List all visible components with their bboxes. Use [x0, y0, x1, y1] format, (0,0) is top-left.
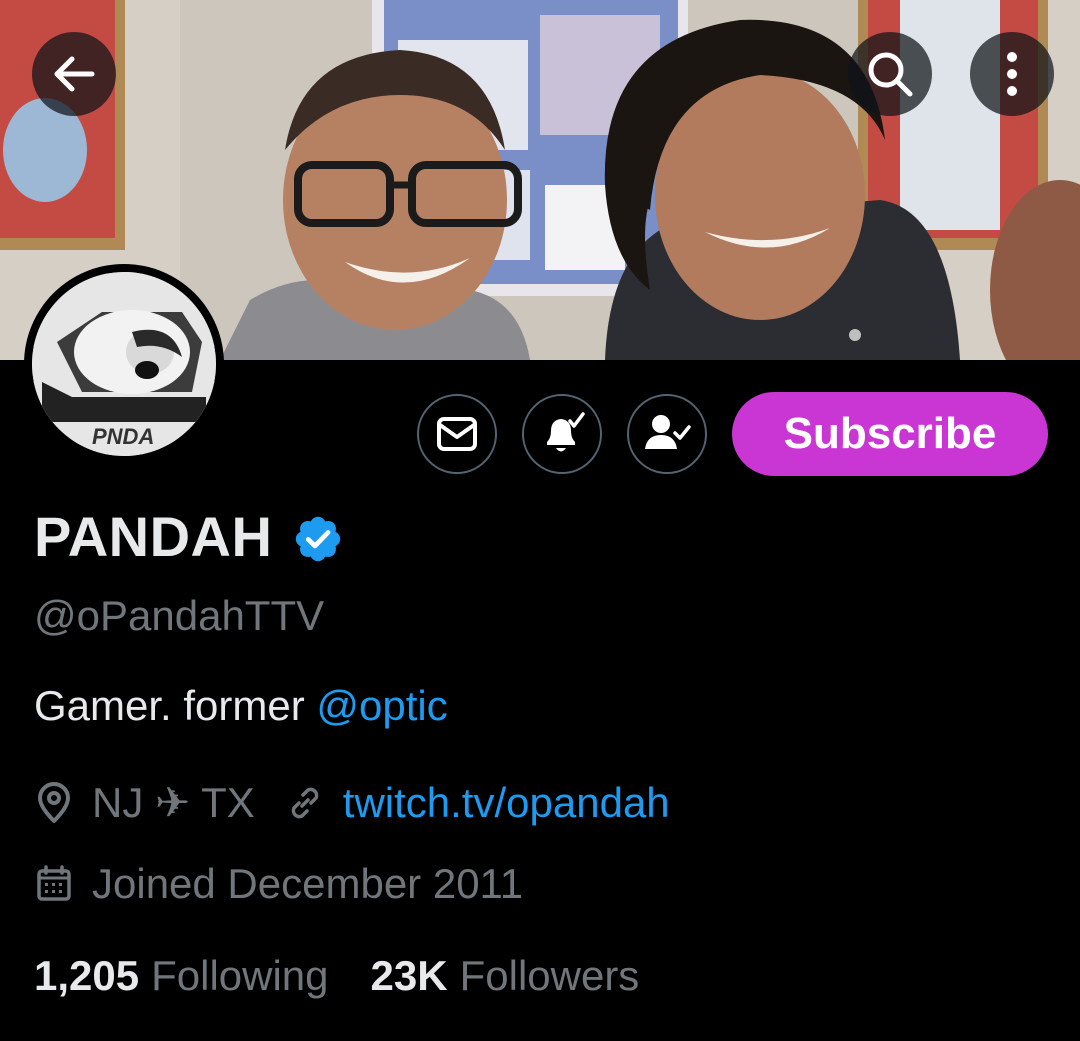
more-vertical-icon: [1007, 52, 1017, 96]
arrow-left-icon: [54, 56, 95, 92]
display-name: PANDAH: [34, 505, 273, 568]
following-count: 1,205: [34, 952, 140, 999]
link-icon: [285, 783, 325, 823]
joined-row: Joined December 2011: [34, 860, 523, 908]
following-button[interactable]: [627, 394, 707, 474]
following-stat[interactable]: 1,205 Following: [34, 952, 329, 1000]
followers-stat[interactable]: 23K Followers: [371, 952, 640, 1000]
website-link[interactable]: twitch.tv/opandah: [343, 779, 670, 827]
subscribe-button[interactable]: Subscribe: [732, 392, 1048, 476]
bio: Gamer. former @optic: [34, 682, 448, 730]
bio-mention-link[interactable]: @optic: [316, 682, 447, 729]
search-icon: [868, 52, 913, 97]
followers-count: 23K: [370, 952, 448, 999]
bio-text: Gamer. former: [34, 682, 317, 729]
avatar-image: PNDA: [32, 272, 216, 456]
more-options-button[interactable]: [970, 32, 1054, 116]
location-pin-icon: [34, 781, 74, 825]
profile-avatar[interactable]: PNDA: [24, 264, 224, 464]
message-button[interactable]: [417, 394, 497, 474]
search-button[interactable]: [848, 32, 932, 116]
bell-check-icon: [547, 412, 585, 452]
profile-page: PNDA Subscribe PANDAH @oPandahTTV Gamer.…: [0, 0, 1080, 1041]
verified-badge-icon[interactable]: [292, 513, 344, 565]
joined-date: Joined December 2011: [92, 860, 524, 907]
avatar-logo-text: PNDA: [92, 424, 154, 449]
display-name-row: PANDAH: [34, 504, 344, 569]
following-label: Following: [151, 952, 329, 999]
pnda-logo: PNDA: [32, 272, 216, 456]
notifications-button[interactable]: [522, 394, 602, 474]
followers-label: Followers: [459, 952, 640, 999]
person-check-icon: [645, 415, 691, 449]
location-text: NJ ✈ TX: [92, 779, 255, 826]
location-website-row: NJ ✈ TX twitch.tv/opandah: [34, 778, 670, 827]
follow-stats: 1,205 Following 23K Followers: [34, 952, 639, 1000]
back-button[interactable]: [32, 32, 116, 116]
envelope-icon: [437, 417, 477, 451]
user-handle: @oPandahTTV: [34, 592, 325, 639]
calendar-icon: [34, 864, 74, 904]
